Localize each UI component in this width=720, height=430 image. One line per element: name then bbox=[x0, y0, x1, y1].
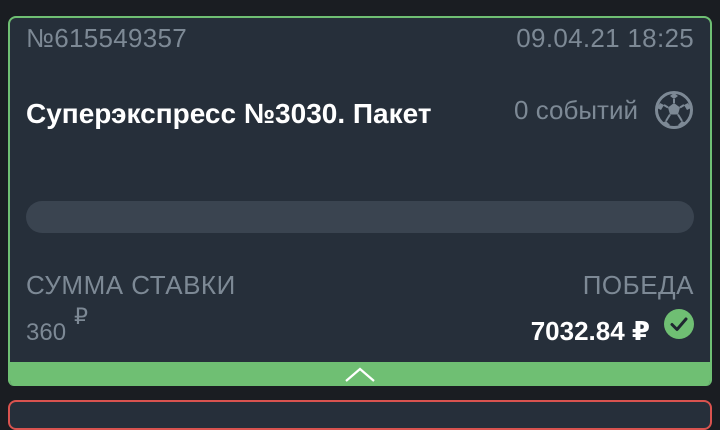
expand-button[interactable] bbox=[10, 362, 710, 386]
bet-title: Суперэкспресс №3030. Пакет bbox=[26, 98, 432, 129]
soccer-ball-icon bbox=[655, 91, 693, 129]
progress-bar bbox=[26, 201, 694, 233]
events-info: 0 событий bbox=[514, 90, 694, 130]
stake-label: СУММА СТАВКИ bbox=[26, 270, 236, 300]
stake-value: 360 bbox=[26, 319, 67, 346]
bet-id: №615549357 bbox=[26, 23, 188, 53]
next-bet-card[interactable] bbox=[8, 400, 712, 430]
win-label: ПОБЕДА bbox=[582, 270, 694, 300]
events-count: 0 событий bbox=[514, 94, 638, 125]
check-circle-icon bbox=[664, 308, 694, 339]
win-value: 7032.84 ₽ bbox=[530, 316, 650, 346]
bet-header: №615549357 09.04.21 18:25 bbox=[26, 23, 694, 54]
amount-labels: СУММА СТАВКИ ПОБЕДА bbox=[26, 270, 694, 301]
bet-card[interactable]: №615549357 09.04.21 18:25 Суперэкспресс … bbox=[8, 16, 712, 386]
amount-values: 360 ₽ 7032.84 ₽ bbox=[26, 304, 694, 346]
stake-currency: ₽ bbox=[74, 304, 89, 329]
stake-amount: 360 ₽ bbox=[26, 304, 88, 346]
chevron-up-icon bbox=[345, 367, 375, 382]
win-amount: 7032.84 ₽ bbox=[531, 308, 694, 346]
bet-date: 09.04.21 18:25 bbox=[516, 23, 694, 53]
